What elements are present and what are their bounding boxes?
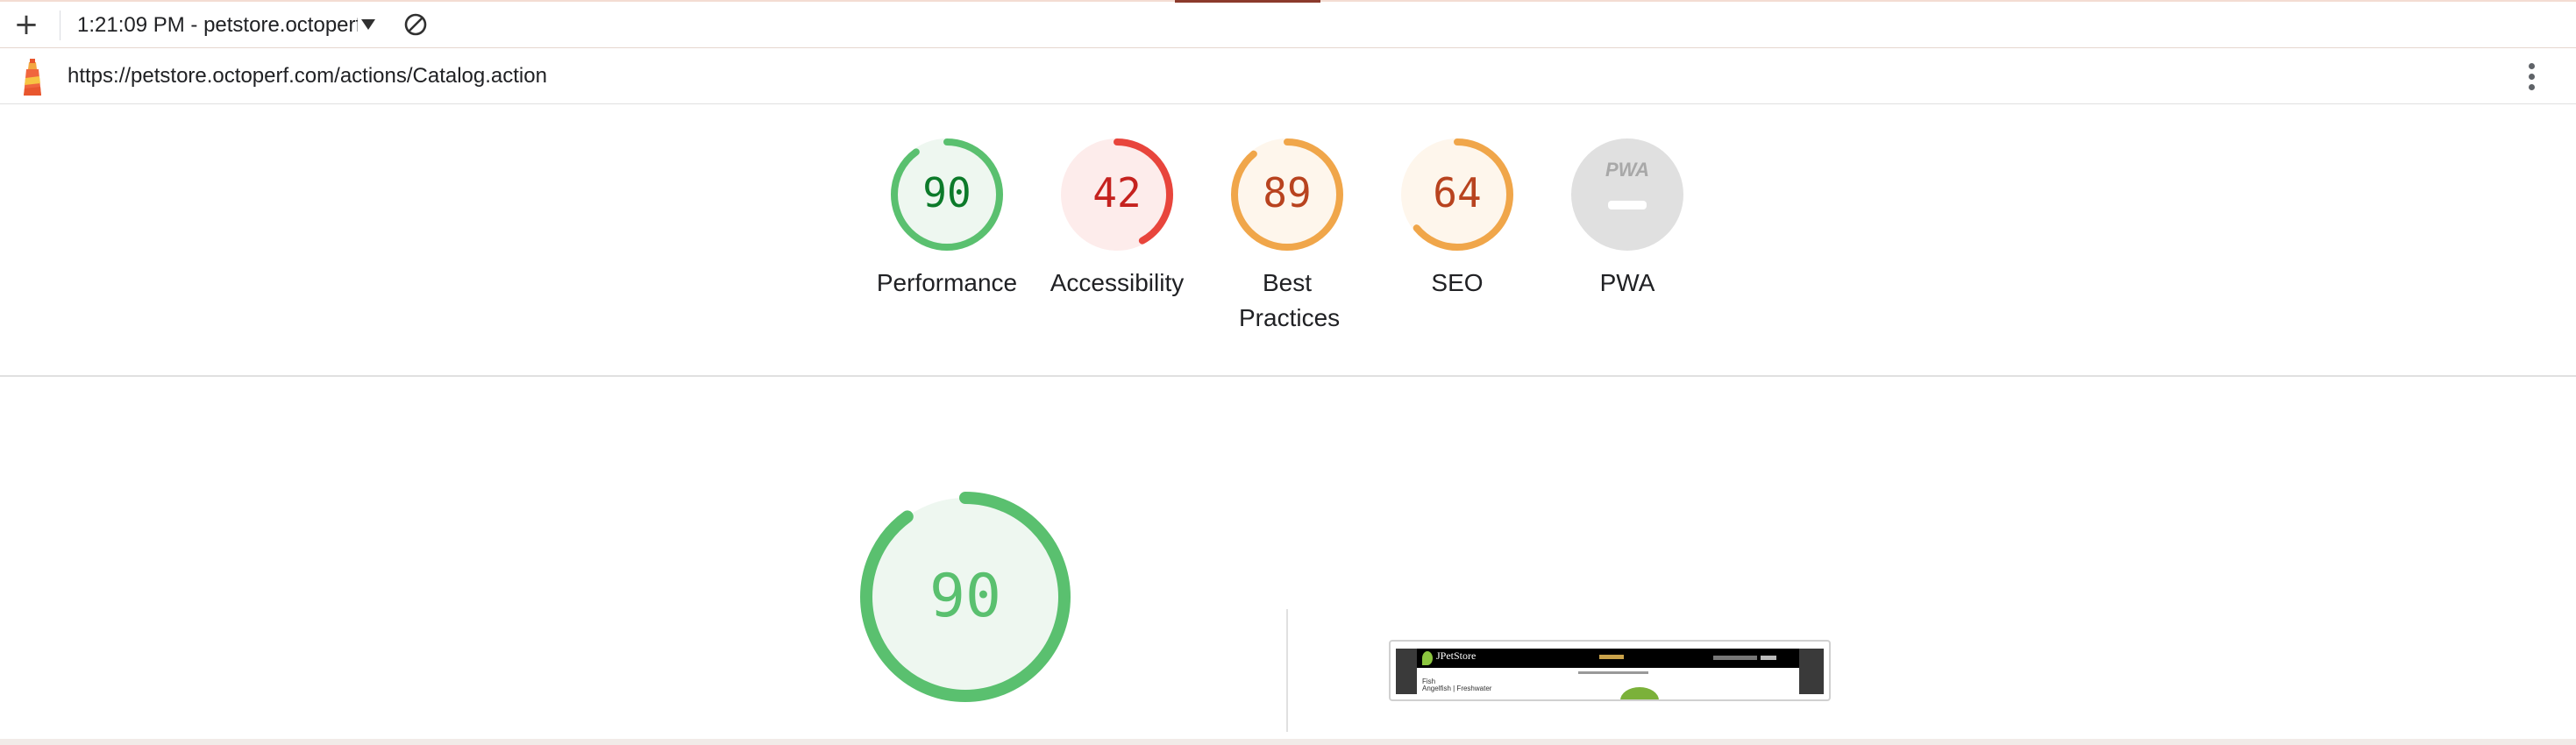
lighthouse-icon bbox=[24, 59, 41, 96]
url-bar: https://petstore.octoperf.com/actions/Ca… bbox=[0, 49, 2576, 104]
gauge-best-practices-label: Best Practices bbox=[1239, 269, 1341, 331]
fish-image bbox=[1620, 687, 1659, 699]
final-screenshot-thumbnail[interactable]: JPetStore Fish Angelfish | Freshwater bbox=[1389, 640, 1831, 701]
vertical-separator bbox=[1286, 609, 1288, 732]
plus-icon[interactable]: + bbox=[12, 10, 40, 39]
gauge-seo[interactable]: 64 SEO bbox=[1378, 136, 1536, 301]
score-gauges: 90 Performance 42 Accessibility 89 Best … bbox=[0, 136, 2576, 355]
block-icon[interactable] bbox=[403, 12, 428, 37]
gauge-accessibility-score: 42 bbox=[1092, 169, 1141, 216]
gauge-performance[interactable]: 90 Performance bbox=[868, 136, 1026, 301]
gauge-accessibility[interactable]: 42 Accessibility bbox=[1038, 136, 1196, 301]
pwa-badge-icon: PWA bbox=[1605, 159, 1649, 181]
thumbnail-brand: JPetStore bbox=[1436, 649, 1477, 662]
gauge-accessibility-label: Accessibility bbox=[1050, 269, 1185, 296]
gauge-performance-label: Performance bbox=[876, 269, 1018, 296]
thumbnail-content: Fish Angelfish | Freshwater bbox=[1422, 678, 1492, 692]
gauge-seo-label: SEO bbox=[1431, 269, 1484, 296]
gauge-best-practices[interactable]: 89 Best Practices bbox=[1208, 136, 1366, 336]
gauge-accessibility-ring: 42 bbox=[1061, 138, 1173, 251]
active-tab-indicator bbox=[1175, 0, 1320, 3]
pwa-dash-icon bbox=[1608, 201, 1647, 209]
section-divider bbox=[0, 375, 2576, 377]
gauge-performance-ring: 90 bbox=[891, 138, 1003, 251]
top-toolbar: + 1:21:09 PM - petstore.octoperf.com bbox=[0, 0, 2576, 48]
gauge-best-practices-ring: 89 bbox=[1231, 138, 1343, 251]
gauge-performance-score: 90 bbox=[922, 169, 971, 216]
gauge-pwa[interactable]: PWA PWA bbox=[1548, 136, 1706, 301]
chevron-down-icon[interactable] bbox=[361, 19, 375, 30]
jpetstore-logo-icon bbox=[1422, 651, 1433, 665]
gauge-pwa-label: PWA bbox=[1599, 269, 1655, 296]
gauge-seo-ring: 64 bbox=[1401, 138, 1513, 251]
report-url: https://petstore.octoperf.com/actions/Ca… bbox=[68, 64, 547, 88]
more-vert-icon[interactable] bbox=[2518, 60, 2544, 95]
report-selector[interactable]: 1:21:09 PM - petstore.octoperf.com bbox=[77, 12, 358, 39]
performance-big-gauge: 90 bbox=[860, 492, 1071, 702]
gauge-best-practices-score: 89 bbox=[1263, 169, 1311, 216]
bottom-border bbox=[0, 739, 2576, 745]
gauge-seo-score: 64 bbox=[1433, 169, 1481, 216]
gauge-pwa-ring: PWA bbox=[1571, 138, 1683, 251]
performance-big-score: 90 bbox=[929, 562, 1001, 631]
